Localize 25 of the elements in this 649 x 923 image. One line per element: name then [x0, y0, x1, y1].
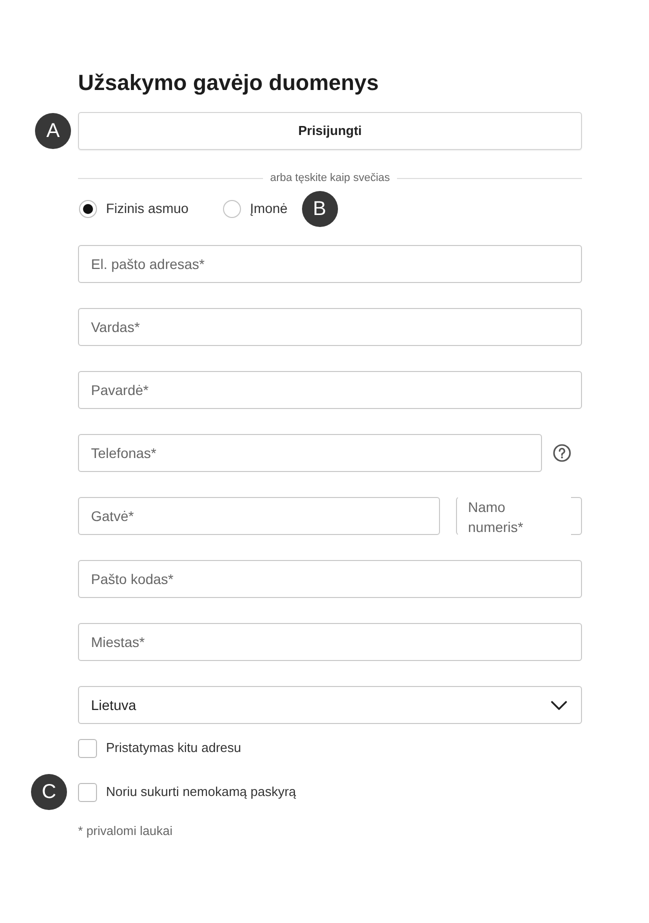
input-field[interactable]: Pavardė* — [78, 371, 582, 409]
input-field[interactable]: Vardas* — [78, 308, 582, 346]
annotation-marker: A — [35, 113, 71, 149]
checkbox-label: Noriu sukurti nemokamą paskyrą — [106, 783, 296, 802]
required-note: * privalomi laukai — [78, 823, 172, 840]
checkbox[interactable] — [78, 738, 97, 758]
chevron-down-icon — [551, 700, 567, 710]
option-label: Įmonė — [250, 200, 288, 218]
annotation-marker: C — [31, 774, 67, 810]
country-dropdown[interactable]: Lietuva — [78, 686, 582, 724]
help-icon[interactable] — [553, 444, 571, 462]
option-label: Fizinis asmuo — [106, 200, 189, 218]
login-button[interactable]: Prisijungti — [78, 112, 582, 150]
input-field[interactable]: Miestas* — [78, 623, 582, 661]
input-field[interactable]: Telefonas* — [78, 434, 542, 472]
radio-button[interactable] — [79, 200, 97, 218]
input-field[interactable]: Pašto kodas* — [78, 560, 582, 598]
annotation-marker: B — [302, 191, 338, 227]
radio-button[interactable] — [223, 200, 241, 218]
checkbox[interactable] — [78, 782, 97, 802]
input-field[interactable]: El. pašto adresas* — [78, 245, 582, 283]
checkbox-label: Pristatymas kitu adresu — [106, 739, 242, 758]
input-field[interactable]: Gatvė* — [78, 497, 440, 535]
divider-text: arba tęskite kaip svečias — [269, 170, 391, 186]
form-title: Užsakymo gavėjo duomenys — [78, 69, 379, 97]
